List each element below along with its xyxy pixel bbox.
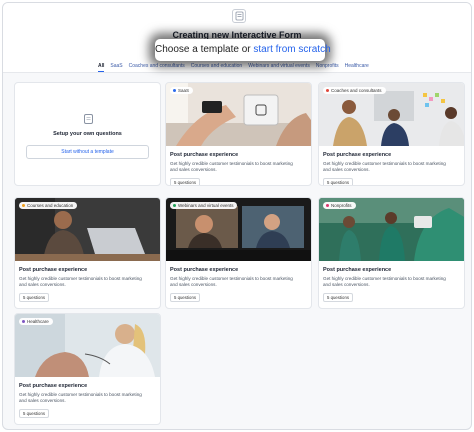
badge-label: Nonprofits	[331, 203, 352, 208]
status-dot-icon	[326, 89, 329, 92]
category-badge: Webinars and virtual events	[170, 202, 238, 209]
badge-label: Healthcare	[27, 319, 49, 324]
status-dot-icon	[22, 320, 25, 323]
category-badge: Coaches and consultants	[323, 87, 386, 94]
category-badge: Courses and education	[19, 202, 78, 209]
tab-all[interactable]: All	[98, 62, 105, 72]
setup-own-questions-card: Setup your own questions Start without a…	[14, 82, 161, 186]
category-badge: SaaS	[170, 87, 194, 94]
template-card-courses-and-education[interactable]: Courses and education Post purchase expe…	[14, 197, 161, 309]
questions-count: 5 questions	[170, 293, 200, 302]
tab-nonprofits[interactable]: Nonprofits	[316, 62, 339, 72]
template-card-saas[interactable]: SaaS Post purchase experience Get highly…	[165, 82, 312, 186]
page-subtitle: Choose a template or start from scratch	[155, 39, 331, 61]
status-dot-icon	[173, 204, 176, 207]
status-dot-icon	[326, 204, 329, 207]
form-icon	[84, 114, 93, 124]
card-title: Post purchase experience	[323, 152, 392, 158]
card-description: Get highly credible customer testimonial…	[19, 392, 142, 403]
template-card-nonprofits[interactable]: Nonprofits Post purchase experience Get …	[318, 197, 465, 309]
start-from-scratch-link[interactable]: start from scratch	[253, 44, 330, 55]
status-dot-icon	[22, 204, 25, 207]
start-without-template-button[interactable]: Start without a template	[26, 145, 149, 159]
card-description: Get highly credible customer testimonial…	[170, 276, 293, 287]
template-gallery-window: Creating new Interactive Form All SaaS C…	[2, 2, 472, 430]
questions-count: 5 questions	[170, 178, 200, 185]
card-title: Post purchase experience	[19, 267, 88, 273]
questions-count: 5 questions	[323, 178, 353, 185]
questions-count: 5 questions	[19, 409, 49, 418]
category-badge: Nonprofits	[323, 202, 356, 209]
card-title: Post purchase experience	[170, 152, 239, 158]
badge-label: Coaches and consultants	[331, 88, 382, 93]
category-tabs: All SaaS Coaches and consultants Courses…	[98, 62, 369, 72]
tab-courses-and-education[interactable]: Courses and education	[191, 62, 242, 72]
tab-saas[interactable]: SaaS	[110, 62, 122, 72]
category-badge: Healthcare	[19, 318, 53, 325]
setup-label: Setup your own questions	[53, 131, 122, 137]
tab-coaches-and-consultants[interactable]: Coaches and consultants	[129, 62, 185, 72]
page-header: Creating new Interactive Form All SaaS C…	[3, 3, 471, 73]
tab-healthcare[interactable]: Healthcare	[345, 62, 369, 72]
questions-count: 5 questions	[19, 293, 49, 302]
card-title: Post purchase experience	[323, 267, 392, 273]
badge-label: Courses and education	[27, 203, 74, 208]
card-title: Post purchase experience	[170, 267, 239, 273]
status-dot-icon	[173, 89, 176, 92]
badge-label: SaaS	[178, 88, 190, 93]
card-description: Get highly credible customer testimonial…	[19, 276, 142, 287]
card-title: Post purchase experience	[19, 383, 88, 389]
subtitle-lead: Choose a template or	[155, 44, 251, 55]
card-description: Get highly credible customer testimonial…	[170, 161, 293, 172]
template-card-coaches-and-consultants[interactable]: Coaches and consultants Post purchase ex…	[318, 82, 465, 186]
template-card-webinars-and-virtual-events[interactable]: Webinars and virtual events Post purchas…	[165, 197, 312, 309]
form-icon	[232, 9, 246, 23]
card-description: Get highly credible customer testimonial…	[323, 276, 446, 287]
template-card-healthcare[interactable]: Healthcare Post purchase experience Get …	[14, 313, 161, 425]
questions-count: 5 questions	[323, 293, 353, 302]
badge-label: Webinars and virtual events	[178, 203, 234, 208]
card-description: Get highly credible customer testimonial…	[323, 161, 446, 172]
tab-webinars-and-virtual-events[interactable]: Webinars and virtual events	[248, 62, 310, 72]
